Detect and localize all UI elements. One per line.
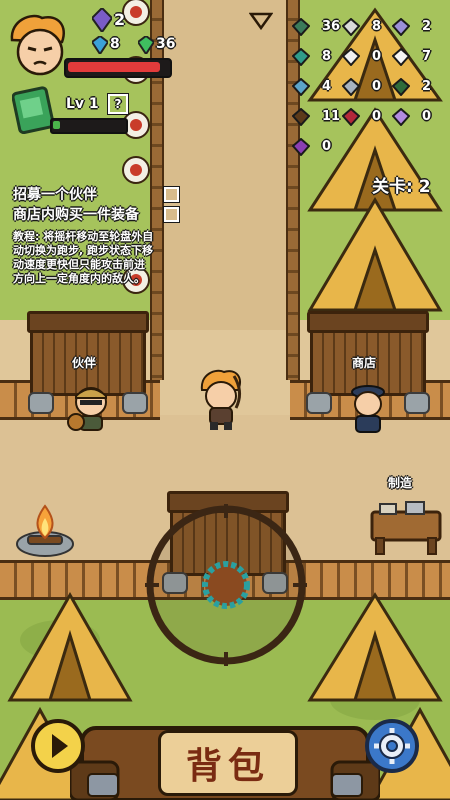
blue-crystal-count: 8 xyxy=(110,36,120,52)
red-gem-icon xyxy=(342,108,360,126)
resource-count: 0 xyxy=(372,109,382,124)
rock xyxy=(122,392,148,414)
gear-icon[interactable] xyxy=(364,718,420,774)
gem-icon xyxy=(92,8,112,32)
horn-icon xyxy=(342,78,360,96)
partner-npc[interactable] xyxy=(66,384,116,436)
quest-checkbox xyxy=(164,187,179,202)
resource-item: 2 xyxy=(392,18,450,38)
resource-count: 4 xyxy=(322,79,332,94)
tutorial-line: 教程: 将摇杆移动至轮盘外自 xyxy=(13,230,154,243)
resource-item: 7 xyxy=(392,48,450,68)
play-icon[interactable] xyxy=(30,718,86,774)
blue-crystal-icon xyxy=(92,36,108,54)
shop-label: 商店 xyxy=(352,356,377,370)
triangle-down-icon[interactable] xyxy=(249,12,273,32)
campfire xyxy=(16,504,74,557)
rock xyxy=(404,392,430,414)
player-avatar[interactable] xyxy=(8,14,70,80)
quest-checkbox xyxy=(164,207,179,222)
resource-count: 11 xyxy=(322,109,341,124)
resource-count: 0 xyxy=(322,139,332,154)
resource-count: 0 xyxy=(422,109,432,124)
tutorial-text: 教程: 将摇杆移动至轮盘外自 动切换为跑步, 跑步状态下移 动速度更快但只能攻击… xyxy=(13,230,153,286)
resource-count: 0 xyxy=(372,79,382,94)
resource-item: 2 xyxy=(392,78,450,98)
partner-label: 伙伴 xyxy=(72,356,97,370)
tutorial-line: 动切换为跑步, 跑步状态下移 xyxy=(13,244,154,257)
purple-orb-icon xyxy=(292,138,310,156)
stick-icon xyxy=(292,18,310,36)
tooth-icon xyxy=(392,48,410,66)
resource-count: 8 xyxy=(322,49,332,64)
joystick[interactable] xyxy=(143,502,309,668)
joystick-knob xyxy=(202,561,250,609)
tutorial-line: 方向上一定角度内的敌人。 xyxy=(13,272,145,285)
road-north xyxy=(162,0,288,330)
stage-indicator: 关卡: 2 xyxy=(372,177,431,197)
resource-count: 8 xyxy=(372,19,382,34)
rock xyxy=(28,392,54,414)
gem-count: 2 xyxy=(114,10,126,29)
green-crystal-icon xyxy=(138,36,154,54)
tutorial-line: 动速度更快但只能攻击前进 xyxy=(13,258,145,271)
hp-bar xyxy=(64,58,172,78)
white-crystal-icon xyxy=(342,48,360,66)
feather-icon xyxy=(292,78,310,96)
green-crystal-count: 36 xyxy=(156,36,176,52)
craft-label: 制造 xyxy=(388,476,413,490)
quest-item: 招募一个伙伴 xyxy=(13,184,179,204)
hp-bar-fill xyxy=(68,62,160,72)
resource-count: 7 xyxy=(422,49,432,64)
backpack-label: 背包 xyxy=(185,746,270,787)
game-screen: 伙伴 商店 制造 2 8 36 Lv 1 ? 36 8 2 8 0 7 4 0 … xyxy=(0,0,450,800)
quest-text: 招募一个伙伴 xyxy=(13,187,97,203)
crafting-table[interactable] xyxy=(366,498,446,558)
resource-count: 0 xyxy=(372,49,382,64)
resource-count: 2 xyxy=(422,19,432,34)
resource-item: 0 xyxy=(392,108,450,128)
quest-item: 商店内购买一件装备 xyxy=(13,204,179,224)
purple-crystal-icon xyxy=(392,108,410,126)
xp-bar-fill xyxy=(53,121,60,129)
xp-bar xyxy=(50,118,128,134)
iron-ore-icon xyxy=(392,18,410,36)
player-character xyxy=(200,369,242,430)
resource-count: 36 xyxy=(322,19,341,34)
rock xyxy=(306,392,332,414)
rope-icon xyxy=(392,78,410,96)
bone-icon xyxy=(342,18,360,36)
green-leaf-icon xyxy=(292,48,310,66)
resource-item: 0 xyxy=(292,138,362,158)
backpack-button[interactable]: 背包 xyxy=(158,730,298,796)
hide-icon xyxy=(292,108,310,126)
shop-npc[interactable] xyxy=(346,384,390,436)
resource-count: 2 xyxy=(422,79,432,94)
quest-text: 商店内购买一件装备 xyxy=(13,207,139,223)
level-help-button[interactable]: ? xyxy=(108,94,128,114)
level-label: Lv 1 xyxy=(66,96,99,112)
